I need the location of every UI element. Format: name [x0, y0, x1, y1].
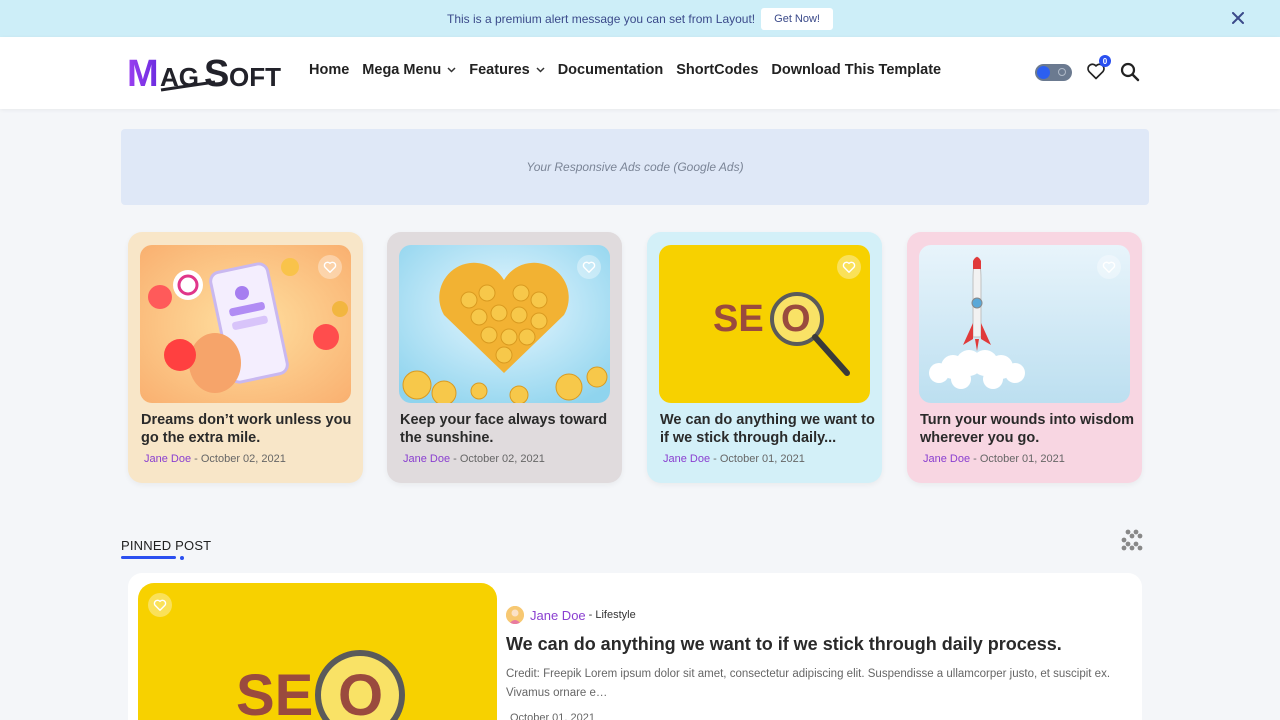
get-now-button[interactable]: Get Now! — [761, 7, 833, 30]
card-title[interactable]: We can do anything we want to if we stic… — [660, 411, 875, 447]
meta-separator: - — [191, 453, 201, 465]
card-title[interactable]: Keep your face always toward the sunshin… — [400, 411, 615, 447]
chevron-down-icon — [536, 61, 545, 77]
ad-text: Your Responsive Ads code (Google Ads) — [526, 160, 744, 174]
post-card[interactable]: SE O We can do anything we want to if we… — [647, 232, 882, 483]
site-header: M AG S OFT Home Mega Menu Features Docum… — [0, 37, 1280, 109]
heart-icon[interactable] — [577, 255, 601, 279]
pinned-author[interactable]: Jane Doe — [530, 608, 586, 623]
card-meta: Jane Doe - October 02, 2021 — [403, 453, 545, 465]
post-card[interactable]: Dreams don’t work unless you go the extr… — [128, 232, 363, 483]
nav-home[interactable]: Home — [309, 62, 349, 78]
card-date: October 02, 2021 — [459, 453, 545, 465]
nav-download-template[interactable]: Download This Template — [771, 62, 941, 78]
avatar[interactable] — [506, 606, 524, 624]
nav-shortcodes-label: ShortCodes — [676, 62, 759, 78]
svg-text:O: O — [781, 298, 811, 340]
site-logo[interactable]: M AG S OFT — [127, 52, 295, 95]
search-button[interactable] — [1120, 62, 1140, 82]
alert-message: This is a premium alert message you can … — [447, 11, 756, 26]
svg-text:M: M — [127, 53, 159, 94]
meta-separator: - — [588, 609, 593, 621]
card-author[interactable]: Jane Doe — [663, 453, 710, 465]
svg-text:S: S — [204, 53, 229, 94]
card-date: October 01, 2021 — [979, 453, 1065, 465]
card-meta: Jane Doe - October 01, 2021 — [923, 453, 1065, 465]
nav-documentation-label: Documentation — [557, 62, 664, 78]
pinned-seo-o: O — [338, 663, 383, 720]
nav-features-label: Features — [469, 62, 530, 78]
heart-icon[interactable] — [837, 255, 861, 279]
card-meta: Jane Doe - October 01, 2021 — [663, 453, 805, 465]
rocket-image[interactable] — [919, 245, 1130, 403]
dark-mode-toggle[interactable] — [1035, 64, 1072, 81]
alert-bar: This is a premium alert message you can … — [0, 0, 1280, 37]
pinned-meta: Jane Doe - Lifestyle — [506, 606, 636, 624]
heart-icon[interactable] — [318, 255, 342, 279]
nav-shortcodes[interactable]: ShortCodes — [676, 62, 758, 78]
pinned-category[interactable]: Lifestyle — [595, 609, 635, 621]
card-date: October 02, 2021 — [200, 453, 286, 465]
card-author[interactable]: Jane Doe — [923, 453, 970, 465]
heart-icon[interactable] — [148, 593, 172, 617]
pinned-date: October 01, 2021 — [510, 712, 596, 720]
meta-separator: - — [710, 453, 720, 465]
wishlist-count-badge: 0 — [1099, 55, 1111, 67]
moon-icon — [1058, 68, 1066, 76]
nav-home-label: Home — [309, 62, 350, 78]
heart-icon[interactable] — [1097, 255, 1121, 279]
seo-magnifier-image[interactable]: SE O — [138, 583, 497, 720]
pinned-post-card: SE O Jane Doe - Lifestyle We can do anyt… — [128, 573, 1142, 720]
search-icon — [1120, 62, 1140, 82]
section-underline-dot — [180, 556, 184, 560]
card-title[interactable]: Dreams don’t work unless you go the extr… — [141, 411, 356, 447]
chevron-down-icon — [447, 61, 456, 77]
ad-placeholder: Your Responsive Ads code (Google Ads) — [121, 129, 1149, 205]
emoji-heart-image[interactable] — [399, 245, 610, 403]
section-title: PINNED POST — [121, 538, 212, 553]
pinned-title[interactable]: We can do anything we want to if we stic… — [506, 634, 1062, 655]
close-icon[interactable] — [1228, 8, 1248, 28]
meta-separator: - — [450, 453, 460, 465]
social-phone-image[interactable] — [140, 245, 351, 403]
meta-separator: - — [970, 453, 980, 465]
card-title[interactable]: Turn your wounds into wisdom wherever yo… — [920, 411, 1135, 447]
card-date: October 01, 2021 — [719, 453, 805, 465]
card-meta: Jane Doe - October 02, 2021 — [144, 453, 286, 465]
seo-magnifier-image[interactable]: SE O — [659, 245, 870, 403]
main-nav: Home Mega Menu Features Documentation Sh… — [309, 62, 954, 78]
post-card[interactable]: Turn your wounds into wisdom wherever yo… — [907, 232, 1142, 483]
card-author[interactable]: Jane Doe — [403, 453, 450, 465]
nav-features[interactable]: Features — [469, 61, 545, 78]
pinned-seo-se: SE — [236, 663, 313, 720]
dots-grid-icon[interactable] — [1120, 528, 1144, 552]
sun-icon — [1037, 66, 1050, 79]
card-author[interactable]: Jane Doe — [144, 453, 191, 465]
post-card[interactable]: Keep your face always toward the sunshin… — [387, 232, 622, 483]
svg-text:OFT: OFT — [229, 62, 281, 92]
nav-download-template-label: Download This Template — [771, 62, 942, 78]
nav-mega-menu[interactable]: Mega Menu — [362, 62, 456, 78]
pinned-excerpt: Credit: Freepik Lorem ipsum dolor sit am… — [506, 668, 1111, 699]
nav-mega-menu-label: Mega Menu — [362, 62, 442, 78]
wishlist-button[interactable]: 0 — [1086, 55, 1111, 83]
nav-documentation[interactable]: Documentation — [558, 62, 664, 78]
section-underline — [121, 556, 176, 559]
svg-text:SE: SE — [713, 298, 764, 340]
